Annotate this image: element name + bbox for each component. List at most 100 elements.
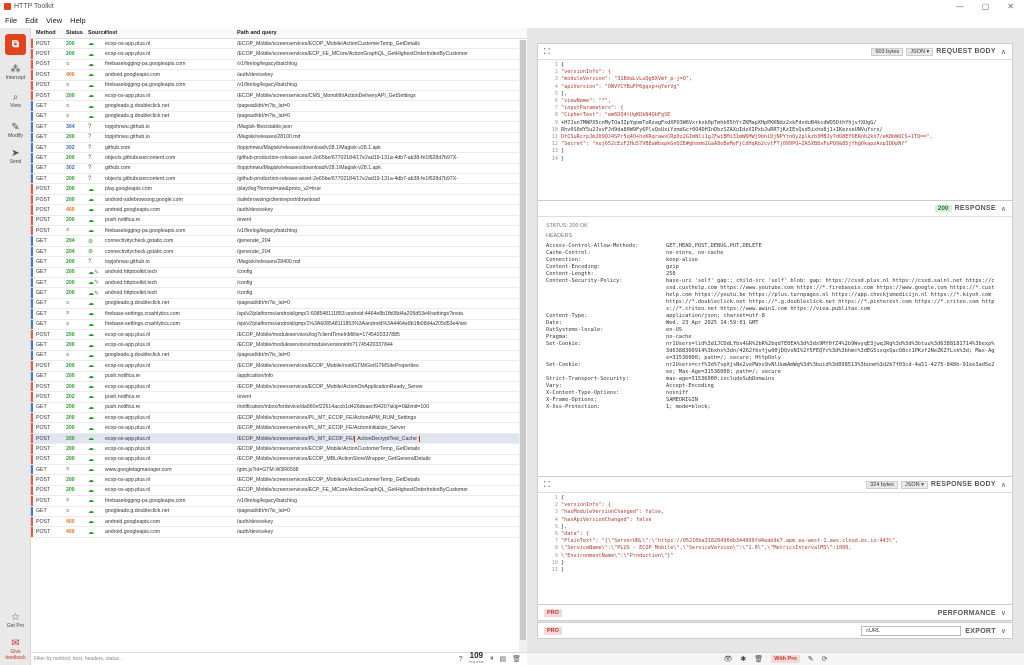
table-row[interactable]: GET 200 ☁✎ android.httptoolkit.tech/config — [31, 288, 527, 299]
table-row[interactable]: POST 200 ☁ ecop-os-app.plus.nl/ECOP_Mobile/… — [31, 381, 527, 393]
pin-icon[interactable]: ✱ — [740, 655, 746, 663]
export-format-select[interactable]: cURL — [861, 626, 962, 636]
request-body-header[interactable]: ⛶ 603 bytes JSON ▾ REQUEST BODY ∧ — [538, 44, 1012, 60]
header-row[interactable]: Pragma: no-cache — [546, 334, 1004, 341]
menu-view[interactable]: View — [46, 16, 62, 25]
help-icon[interactable]: ? — [459, 656, 463, 663]
table-row[interactable]: POST 400 ☁ android.googleapis.com/auth/devi… — [31, 70, 527, 81]
header-row[interactable]: Date: Wed, 23 Apr 2025 14:59:01 GMT — [546, 320, 1004, 327]
response-format-select[interactable]: JSON ▾ — [900, 480, 928, 489]
table-row[interactable]: GET 204 ⊛ connectivitycheck.gstatic.com/gen… — [31, 236, 527, 247]
table-row[interactable]: POST 200 ☁ ecop-os-app.plus.nl/ECOP_Mobile/… — [31, 485, 527, 497]
header-row[interactable]: Access-Control-Allow-Methods: GET,HEAD,PO… — [546, 243, 1004, 250]
header-row[interactable]: X-Frame-Options: SAMEORIGIN — [546, 397, 1004, 404]
table-row[interactable]: GET 200 ☁✎ android.httptoolkit.tech/config — [31, 277, 527, 289]
response-header[interactable]: 200 RESPONSE ∧ — [538, 201, 1012, 217]
table-row[interactable]: POST ⦸ ☁ firebaselogging-pa.googleapis.com /… — [31, 59, 527, 71]
table-row[interactable]: GET 200 ☁✎ android.httptoolkit.tech/config — [31, 267, 527, 278]
header-row[interactable]: Content-Length: 250 — [546, 271, 1004, 278]
chevron-down-icon[interactable]: ∨ — [1001, 627, 1006, 635]
chevron-up-icon[interactable]: ∧ — [1001, 481, 1006, 489]
request-body-code[interactable]: 1{2 "versionInfo": {3 "moduleVersion": "… — [538, 60, 1012, 165]
table-row[interactable]: POST 200 ☁ ecop-os-app.plus.nl/ECOP_Mobile/… — [31, 444, 527, 455]
edit-icon[interactable]: ✎ — [808, 655, 814, 663]
table-row[interactable]: GET 302? github.com/topjohnwu/Magisk/relea… — [31, 163, 527, 175]
resend-icon[interactable]: ⟳ — [822, 655, 828, 663]
col-method[interactable]: Method — [36, 30, 66, 36]
table-row[interactable]: POST 202 ☁ push.notifica.re/event — [31, 392, 527, 403]
table-row[interactable]: POST 400 ☁ android.googleapis.com/auth/devi… — [31, 527, 527, 538]
close-button[interactable]: ✕ — [1007, 2, 1014, 11]
trash-icon[interactable]: 🗑 — [754, 655, 763, 663]
table-row[interactable]: POST 200 ☁ ecop-os-app.plus.nl/ECOP_Mobile/… — [31, 475, 527, 486]
table-row[interactable]: POST 400 ☁ android.googleapis.com/auth/devi… — [31, 516, 527, 528]
header-row[interactable]: Connection: keep-alive — [546, 257, 1004, 264]
table-row[interactable]: POST 200 ☁ ecop-os-app.plus.nl/ECOP_Mobile/… — [31, 423, 527, 434]
minimize-button[interactable]: — — [956, 2, 964, 11]
maximize-button[interactable]: ▢ — [982, 2, 990, 11]
header-row[interactable]: Content-Type: application/json; charset=u… — [546, 313, 1004, 320]
table-row[interactable]: POST 200 ☁ ecop-os-app.plus.nl/ECOP_Mobile/… — [31, 329, 527, 341]
table-row[interactable]: GET ⦸ ☁ firebase-settings.crashlytics.com/s… — [31, 319, 527, 330]
sidebar-item-get-pro[interactable]: ☆ Get Pro — [0, 612, 31, 629]
table-row[interactable]: POST 200 ☁ ecop-os-app.plus.nl/ECOP_Mobile/… — [31, 433, 527, 445]
table-row[interactable]: POST 200 ☁ android-safebrowsing.google.com /… — [31, 194, 527, 206]
table-row[interactable]: GET 304? topjohnwu.github.io/Magisk-files/… — [31, 122, 527, 133]
header-row[interactable]: X-Content-Type-Options: nosniff — [546, 390, 1004, 397]
performance-card[interactable]: PRO PERFORMANCE ∨ — [537, 604, 1013, 621]
table-row[interactable]: POST 200 ☁ ecop-os-app.plus.nl/ECOP_Mobile/… — [31, 49, 527, 60]
table-row[interactable]: POST 200 ☁ ecop-os-app.plus.nl/ECOP_Mobile/… — [31, 413, 527, 424]
trash-icon[interactable]: 🗑 — [512, 655, 521, 663]
table-row[interactable]: GET 200 ☁ push.notifica.re/notification/inb… — [31, 402, 527, 414]
menu-edit[interactable]: Edit — [25, 16, 38, 25]
col-host[interactable]: Host — [105, 30, 237, 36]
sidebar-item-modify[interactable]: ✎ Modify — [0, 122, 31, 139]
header-row[interactable]: Set-Cookie: nr2Users=crf%3d%7vpXjsNe2vePW… — [546, 362, 1004, 376]
sidebar-item-intercept[interactable]: ⁂ Intercept — [0, 64, 31, 81]
list-scrollbar[interactable] — [519, 40, 527, 654]
table-row[interactable]: GET 200? topjohnwu.github.io/Magisk/releas… — [31, 257, 527, 268]
table-row[interactable]: POST 200 ☁ ecop-os-app.plus.nl/ECOP_Mobile/… — [31, 361, 527, 372]
table-row[interactable]: POST 200 ☁ ecop-os-app.plus.nl/ECOP_Mobile/… — [31, 454, 527, 466]
expand-icon[interactable]: ⛶ — [544, 480, 574, 490]
sidebar-item-feedback[interactable]: ✉ Give feedback — [0, 638, 31, 661]
eye-icon[interactable]: 👁 — [724, 655, 733, 663]
scrollbar-thumb[interactable] — [520, 40, 526, 640]
table-row[interactable]: POST 200 ☁ play.googleapis.com/play/log?for… — [31, 184, 527, 195]
chevron-up-icon[interactable]: ∧ — [1001, 48, 1006, 56]
table-row[interactable]: POST ⦸ ☁ firebaselogging-pa.googleapis.com /… — [31, 80, 527, 91]
pause-icon[interactable]: ⏸ — [490, 655, 494, 663]
header-row[interactable]: Strict-Transport-Security: max-age=315360… — [546, 376, 1004, 383]
header-row[interactable]: Vary: Accept-Encoding — [546, 383, 1004, 390]
col-status[interactable]: Status — [66, 30, 88, 36]
table-row[interactable]: POST 200 ☁ ecop-os-app.plus.nl/ECOP_Mobile/… — [31, 39, 527, 50]
table-row[interactable]: GET ⦸ ☁ googleads.g.doubleclick.net/pagead/… — [31, 111, 527, 123]
table-row[interactable]: GET 302? github.com/topjohnwu/Magisk/relea… — [31, 142, 527, 154]
export-header[interactable]: PRO cURL EXPORT ∨ — [538, 623, 1012, 639]
expand-icon[interactable]: ⛶ — [544, 47, 574, 57]
save-icon[interactable]: ▤ — [499, 655, 506, 663]
with-pro-badge[interactable]: With Pro — [771, 655, 800, 663]
table-row[interactable]: GET ⦸ ☁ www.googletagmanager.com/gtm.js?id=… — [31, 465, 527, 476]
export-card[interactable]: PRO cURL EXPORT ∨ — [537, 622, 1013, 639]
request-format-select[interactable]: JSON ▾ — [906, 47, 934, 56]
menu-help[interactable]: Help — [70, 16, 85, 25]
table-row[interactable]: POST 400 ☁ android.googleapis.com/auth/devi… — [31, 205, 527, 216]
header-row[interactable]: OutSystems-locale: en-US — [546, 327, 1004, 334]
chevron-up-icon[interactable]: ∧ — [1001, 205, 1006, 213]
response-body-code[interactable]: 1{2 "versionInfo": {3 "hasModuleVersionC… — [538, 493, 1012, 576]
table-row[interactable]: GET 200? objects.githubusercontent.com/git… — [31, 153, 527, 164]
header-row[interactable]: Content-Security-Policy: base-uri 'self' … — [546, 278, 1004, 313]
header-row[interactable]: Set-Cookie: nr1Users=lid%3d1JCDdLYbx4GR%2… — [546, 341, 1004, 362]
table-row[interactable]: POST ⦸ ☁ firebaselogging-pa.googleapis.com /… — [31, 226, 527, 237]
table-row[interactable]: POST ⦸ ☁ firebaselogging-pa.googleapis.com /… — [31, 496, 527, 507]
col-source[interactable]: Source — [88, 30, 107, 36]
table-row[interactable]: GET ⦸ ☁ googleads.g.doubleclick.net/pagead/… — [31, 101, 527, 112]
table-row[interactable]: POST 200 ☁ ecop-os-app.plus.nl/ECOP_Mobile/… — [31, 90, 527, 102]
col-path[interactable]: Path and query — [237, 30, 522, 36]
header-row[interactable]: Cache-Control: no-store, no-cache — [546, 250, 1004, 257]
table-row[interactable]: POST 200 ☁ push.notifica.re/event — [31, 215, 527, 227]
chevron-down-icon[interactable]: ∨ — [1001, 609, 1006, 617]
table-row[interactable]: GET 200 ☁ ecop-os-app.plus.nl/ECOP_Mobile/m… — [31, 340, 527, 351]
table-row[interactable]: GET 200? topjohnwu.github.io/Magisk/releas… — [31, 132, 527, 143]
